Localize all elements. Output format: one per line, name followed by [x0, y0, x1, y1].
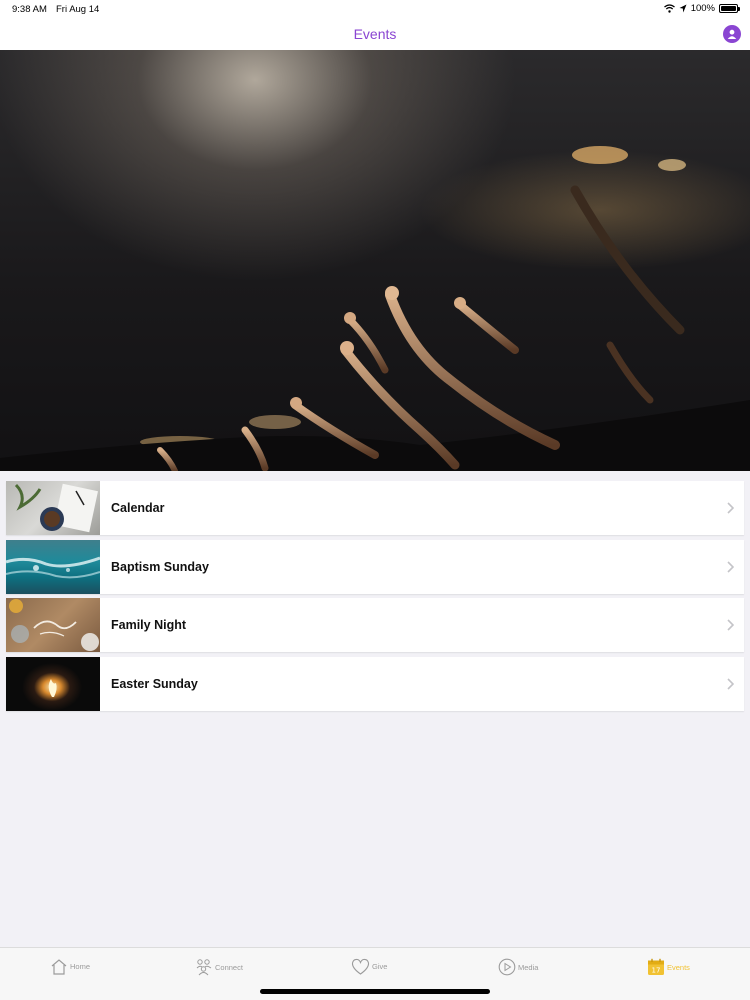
profile-button[interactable] [723, 25, 741, 43]
battery-percent: 100% [690, 3, 715, 14]
battery-icon [719, 4, 740, 13]
status-indicators: 100% [663, 3, 740, 14]
tab-give[interactable]: Give [351, 958, 387, 975]
people-icon [196, 959, 212, 976]
chevron-right-icon [727, 502, 734, 514]
notebook-coffee-photo [6, 481, 100, 535]
chevron-right-icon [727, 678, 734, 690]
family-table-photo [6, 598, 100, 653]
tab-media[interactable]: Media [498, 958, 538, 976]
calendar-icon: 17 [648, 958, 664, 975]
tab-label: Give [372, 962, 388, 971]
tab-label: Home [70, 962, 91, 971]
status-time: 9:38 AM [12, 4, 47, 15]
page-title: Events [353, 26, 397, 42]
location-arrow-icon [679, 4, 687, 13]
tab-home[interactable]: Home [50, 958, 90, 975]
tab-events[interactable]: 17 Events [647, 958, 690, 976]
tab-label: Media [518, 962, 539, 972]
chevron-right-icon [727, 561, 734, 573]
fire-in-dark-photo [6, 657, 100, 712]
tab-label: Connect [215, 962, 243, 972]
list-item-easter-sunday[interactable]: Easter Sunday [6, 657, 744, 712]
ocean-water-photo [6, 539, 100, 594]
list-item-family-night[interactable]: Family Night [6, 598, 744, 653]
svg-text:17: 17 [652, 967, 661, 975]
list-item-label: Calendar [111, 501, 165, 515]
list-item-label: Easter Sunday [111, 677, 198, 692]
events-list: Calendar Baptism Sunday Family Night Eas… [6, 481, 744, 716]
house-icon [51, 959, 67, 975]
list-item-label: Baptism Sunday [111, 559, 209, 574]
list-item-baptism-sunday[interactable]: Baptism Sunday [6, 539, 744, 594]
list-item-calendar[interactable]: Calendar [6, 481, 744, 535]
raised-hands-illustration [0, 146, 750, 471]
list-item-label: Family Night [111, 618, 187, 633]
status-bar: 9:38 AM Fri Aug 14 100% [0, 0, 750, 18]
wifi-icon [663, 4, 675, 13]
tab-label: Events [667, 962, 690, 972]
person-circle-icon [727, 29, 737, 39]
chevron-right-icon [727, 619, 734, 631]
navigation-bar: Events [0, 18, 750, 50]
status-date: Fri Aug 14 [56, 4, 100, 15]
home-indicator[interactable] [260, 989, 490, 994]
play-circle-icon [498, 958, 516, 976]
hero-image [0, 50, 750, 471]
tab-connect[interactable]: Connect [195, 958, 243, 976]
heart-icon [351, 958, 370, 975]
